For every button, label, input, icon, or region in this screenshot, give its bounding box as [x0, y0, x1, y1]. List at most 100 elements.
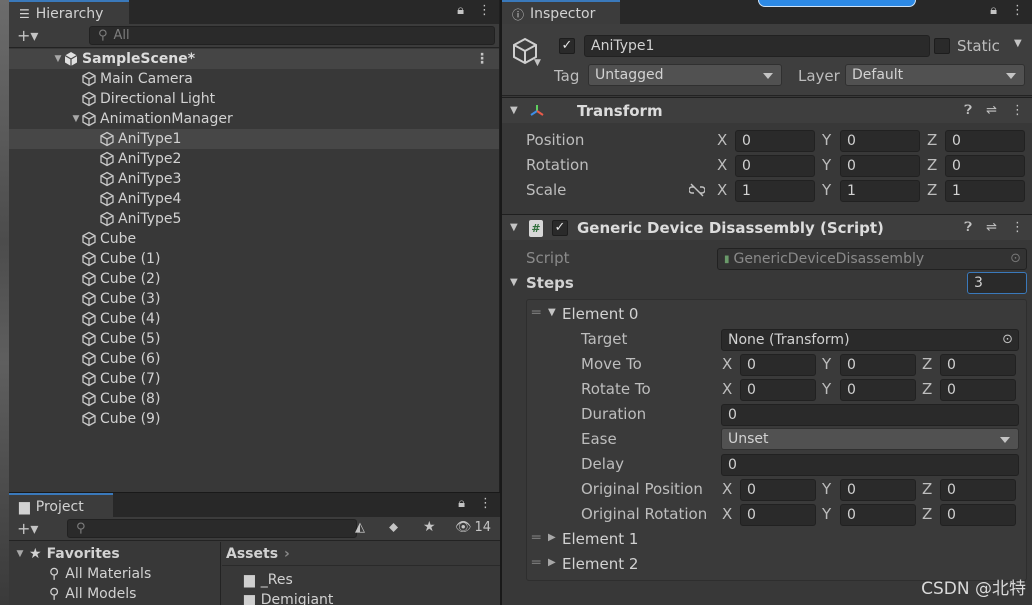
kebab-menu-icon[interactable]: ⋮: [1011, 3, 1024, 18]
lock-icon[interactable]: 🔒︎: [458, 496, 465, 511]
rotate-to-z-field[interactable]: 0: [940, 379, 1016, 401]
hierarchy-item[interactable]: Cube (9): [9, 409, 499, 429]
ease-dropdown[interactable]: Unset: [721, 428, 1019, 450]
folder-item[interactable]: ▆ Demigiant: [222, 590, 500, 605]
tab-hierarchy[interactable]: ☰ Hierarchy: [9, 0, 129, 24]
hierarchy-item[interactable]: Cube (3): [9, 289, 499, 309]
foldout-arrow-icon[interactable]: ▼: [510, 222, 518, 233]
foldout-arrow-right-icon[interactable]: ▶: [548, 557, 556, 568]
rotation-z-field[interactable]: 0: [945, 155, 1025, 177]
preset-icon[interactable]: ⇌: [986, 103, 997, 118]
favorites-header[interactable]: ▼ ★ Favorites: [9, 544, 220, 564]
icon-dropdown-arrow[interactable]: ▼: [534, 58, 541, 68]
expand-arrow-icon[interactable]: ▼: [53, 54, 63, 64]
tag-dropdown[interactable]: Untagged: [588, 64, 782, 86]
script-component-header[interactable]: ▼ # ✓ Generic Device Disassembly (Script…: [502, 214, 1032, 240]
hierarchy-item[interactable]: Cube (7): [9, 369, 499, 389]
hierarchy-item[interactable]: Cube (6): [9, 349, 499, 369]
move-to-x-field[interactable]: 0: [740, 354, 816, 376]
search-by-type-icon[interactable]: ◭: [355, 520, 365, 535]
rotate-to-y-field[interactable]: 0: [840, 379, 916, 401]
scene-row[interactable]: ▼ SampleScene* ⋮: [9, 49, 499, 69]
hierarchy-search-input[interactable]: ⚲ All: [89, 26, 495, 45]
hierarchy-item[interactable]: Directional Light: [9, 89, 499, 109]
element-1-label[interactable]: Element 1: [562, 530, 638, 548]
element-0-label[interactable]: Element 0: [562, 305, 638, 323]
scale-z-field[interactable]: 1: [945, 180, 1025, 202]
steps-label[interactable]: Steps: [526, 274, 574, 292]
move-to-z-field[interactable]: 0: [940, 354, 1016, 376]
hierarchy-item[interactable]: ▼ AnimationManager: [9, 109, 499, 129]
hierarchy-item[interactable]: Cube (8): [9, 389, 499, 409]
hierarchy-item[interactable]: Cube: [9, 229, 499, 249]
static-dropdown-arrow[interactable]: ▼: [1014, 38, 1022, 49]
static-checkbox[interactable]: [934, 38, 950, 54]
hierarchy-item[interactable]: Cube (1): [9, 249, 499, 269]
scale-x-field[interactable]: 1: [735, 180, 815, 202]
original-position-y-field[interactable]: 0: [840, 479, 916, 501]
favorite-item[interactable]: ⚲ All Materials: [9, 564, 220, 584]
element-2-label[interactable]: Element 2: [562, 555, 638, 573]
move-to-y-field[interactable]: 0: [840, 354, 916, 376]
folder-item[interactable]: ▆ _Res: [222, 570, 500, 590]
tab-inspector[interactable]: ⓘ Inspector: [502, 0, 620, 24]
rotation-y-field[interactable]: 0: [840, 155, 920, 177]
kebab-menu-icon[interactable]: ⋮: [478, 3, 491, 18]
component-enabled-checkbox[interactable]: ✓: [552, 220, 568, 236]
duration-field[interactable]: 0: [721, 404, 1019, 426]
hierarchy-item[interactable]: Cube (5): [9, 329, 499, 349]
original-position-x-field[interactable]: 0: [740, 479, 816, 501]
create-dropdown-button[interactable]: +▾: [17, 519, 38, 538]
favorite-star-icon[interactable]: ★: [423, 519, 436, 535]
hierarchy-item[interactable]: Cube (2): [9, 269, 499, 289]
expand-arrow-icon[interactable]: ▼: [71, 114, 81, 124]
hierarchy-item[interactable]: AniType2: [9, 149, 499, 169]
breadcrumb-assets[interactable]: Assets: [226, 546, 278, 562]
foldout-arrow-icon[interactable]: ▼: [548, 307, 556, 318]
search-by-label-icon[interactable]: ⬥: [389, 520, 398, 535]
rotation-x-field[interactable]: 0: [735, 155, 815, 177]
scale-y-field[interactable]: 1: [840, 180, 920, 202]
drag-handle-icon[interactable]: ═: [532, 530, 540, 546]
position-x-field[interactable]: 0: [735, 130, 815, 152]
expand-arrow-icon[interactable]: ▼: [15, 549, 25, 559]
lock-icon[interactable]: 🔒︎: [990, 3, 997, 18]
position-y-field[interactable]: 0: [840, 130, 920, 152]
constrain-proportions-icon[interactable]: [689, 183, 705, 197]
hidden-packages-toggle[interactable]: 👁︎ 14: [455, 520, 491, 535]
kebab-menu-icon[interactable]: ⋮: [1011, 103, 1024, 118]
tab-project[interactable]: ▆ Project: [9, 493, 113, 517]
hierarchy-item[interactable]: AniType3: [9, 169, 499, 189]
drag-handle-icon[interactable]: ═: [532, 305, 540, 321]
hierarchy-item[interactable]: AniType4: [9, 189, 499, 209]
foldout-arrow-icon[interactable]: ▼: [510, 277, 518, 288]
delay-field[interactable]: 0: [721, 454, 1019, 476]
target-object-field[interactable]: None (Transform) ⊙: [721, 329, 1019, 351]
foldout-arrow-right-icon[interactable]: ▶: [548, 532, 556, 543]
transform-header[interactable]: ▼ Transform ❓︎ ⇌ ⋮: [502, 97, 1032, 123]
help-icon[interactable]: ❓︎: [964, 220, 972, 235]
hierarchy-item[interactable]: AniType1: [9, 129, 499, 149]
object-picker-icon[interactable]: ⊙: [1002, 332, 1013, 347]
hierarchy-item[interactable]: Cube (4): [9, 309, 499, 329]
foldout-arrow-icon[interactable]: ▼: [510, 105, 518, 116]
object-name-field[interactable]: AniType1: [584, 35, 930, 57]
drag-handle-icon[interactable]: ═: [532, 555, 540, 571]
original-rotation-x-field[interactable]: 0: [740, 504, 816, 526]
position-z-field[interactable]: 0: [945, 130, 1025, 152]
original-position-z-field[interactable]: 0: [940, 479, 1016, 501]
project-search-input[interactable]: ⚲: [67, 519, 357, 538]
original-rotation-y-field[interactable]: 0: [840, 504, 916, 526]
kebab-menu-icon[interactable]: ⋮: [1011, 220, 1024, 235]
original-rotation-z-field[interactable]: 0: [940, 504, 1016, 526]
scene-menu-icon[interactable]: ⋮: [475, 51, 489, 67]
add-dropdown-button[interactable]: +▾: [17, 26, 38, 45]
layer-dropdown[interactable]: Default: [845, 64, 1025, 86]
hierarchy-item[interactable]: AniType5: [9, 209, 499, 229]
hierarchy-item[interactable]: Main Camera: [9, 69, 499, 89]
lock-icon[interactable]: 🔒︎: [457, 3, 464, 18]
active-checkbox[interactable]: ✓: [559, 38, 575, 54]
help-icon[interactable]: ❓︎: [964, 103, 972, 118]
steps-count-field[interactable]: 3: [967, 272, 1027, 294]
favorite-item[interactable]: ⚲ All Models: [9, 584, 220, 604]
